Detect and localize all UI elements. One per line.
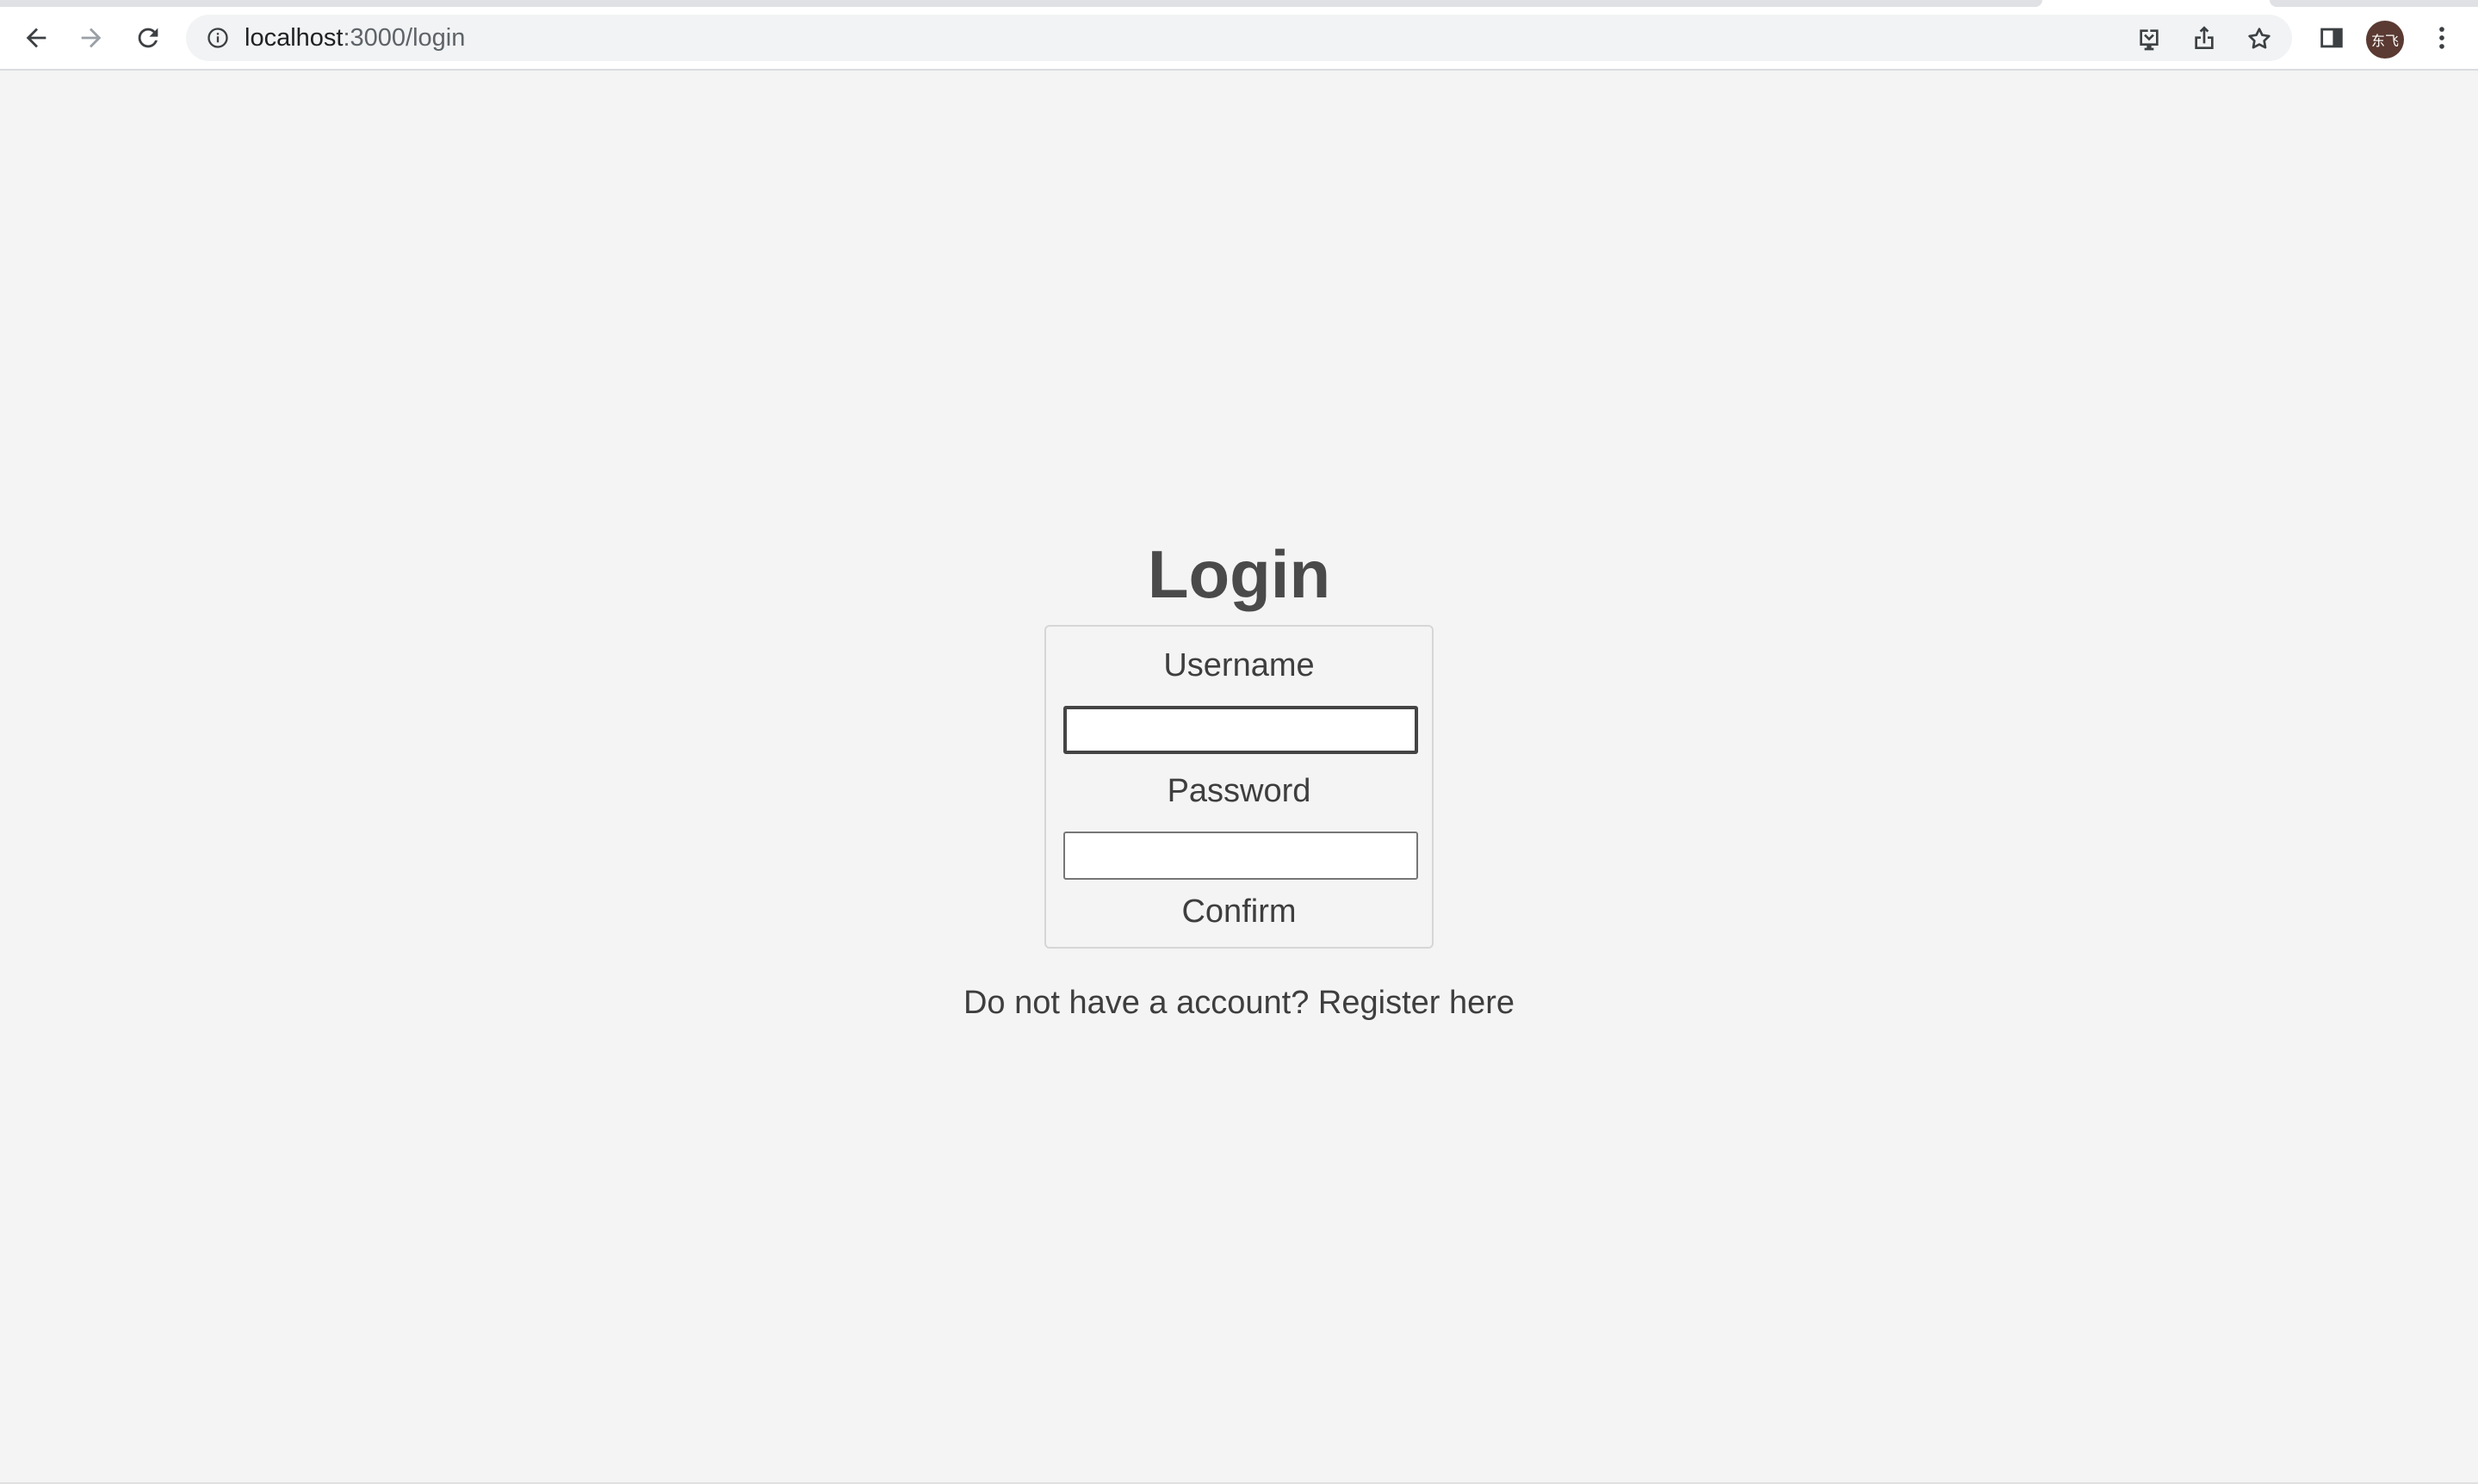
login-form: Username Password Confirm	[1044, 625, 1434, 949]
star-icon[interactable]	[2242, 22, 2277, 56]
page-content: Login Username Password Confirm Do not h…	[0, 71, 2478, 1484]
url-host: localhost	[245, 24, 344, 52]
menu-button[interactable]	[2418, 14, 2466, 62]
inactive-tab-area-right	[2270, 0, 2478, 7]
avatar[interactable]: 东飞	[2366, 21, 2404, 59]
reload-button[interactable]	[124, 14, 172, 62]
url-text[interactable]: localhost:3000/login	[245, 15, 465, 61]
info-icon[interactable]	[205, 25, 231, 51]
page-title: Login	[1147, 536, 1331, 612]
password-label: Password	[1167, 773, 1311, 809]
side-panel-icon	[2320, 28, 2343, 48]
address-bar[interactable]: localhost:3000/login	[186, 15, 2292, 61]
inactive-tab-area	[0, 0, 2042, 7]
password-input[interactable]	[1063, 832, 1418, 880]
share-icon[interactable]	[2187, 22, 2221, 56]
confirm-button[interactable]: Confirm	[1046, 892, 1432, 931]
side-panel-button[interactable]	[2308, 14, 2356, 62]
kebab-menu-icon	[2439, 27, 2444, 49]
username-input[interactable]	[1063, 706, 1418, 754]
url-path: :3000/login	[343, 24, 466, 52]
back-button[interactable]	[12, 14, 60, 62]
forward-button[interactable]	[67, 14, 115, 62]
install-app-icon[interactable]	[2132, 22, 2166, 56]
register-link[interactable]: Register here	[1318, 985, 1515, 1021]
register-prompt: Do not have a account? Register here	[0, 983, 2478, 1023]
reload-icon	[138, 28, 158, 48]
arrow-left-icon	[26, 28, 46, 48]
register-prompt-text: Do not have a account?	[963, 985, 1310, 1021]
arrow-right-icon	[81, 28, 102, 48]
username-label: Username	[1163, 647, 1315, 683]
browser-toolbar: localhost:3000/login 东飞	[0, 7, 2478, 71]
tab-strip	[0, 0, 2478, 7]
